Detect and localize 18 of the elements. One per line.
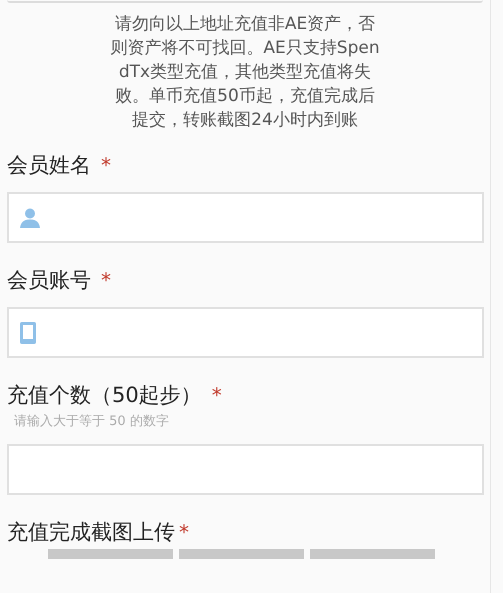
person-icon xyxy=(19,206,41,228)
upload-slot[interactable] xyxy=(179,549,304,559)
input-field[interactable] xyxy=(7,444,484,495)
required-mark: * xyxy=(101,152,111,179)
tablet-icon xyxy=(19,320,37,344)
required-mark: * xyxy=(212,382,222,409)
field-label: 会员账号 xyxy=(7,267,91,294)
upload-slot[interactable] xyxy=(48,549,173,559)
input-field[interactable] xyxy=(7,307,484,358)
notice-text: 请勿向以上地址充值非AE资产，否则资产将不可找回。AE只支持SpendTx类型充值，其他类型充值将失败。单币充值50币起，充值完成后提交，转账截图24小时内到账 xyxy=(109,13,381,132)
required-mark: * xyxy=(179,519,189,546)
field-label: 充值个数（50起步） xyxy=(7,382,202,409)
input-field[interactable] xyxy=(7,192,484,243)
field-hint: 请输入大于等于 50 的数字 xyxy=(14,413,170,431)
field-label: 会员姓名 xyxy=(7,152,91,179)
upload-label: 充值完成截图上传 xyxy=(7,519,175,546)
required-mark: * xyxy=(101,267,111,294)
upload-slot[interactable] xyxy=(310,549,435,559)
